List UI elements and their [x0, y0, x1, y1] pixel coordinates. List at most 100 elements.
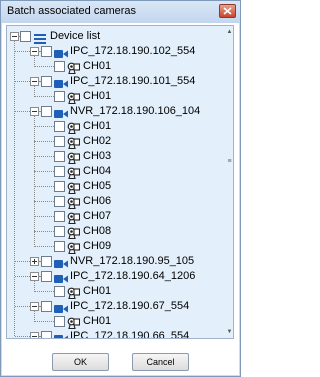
- scroll-down-arrow-icon[interactable]: ▼: [226, 328, 233, 336]
- collapse-toggle-icon[interactable]: [30, 107, 39, 116]
- tree-guide-line: [15, 276, 30, 277]
- select-checkbox[interactable]: [54, 211, 65, 222]
- channel-label: CH02: [83, 135, 112, 147]
- select-checkbox[interactable]: [54, 226, 65, 237]
- dialog-title: Batch associated cameras: [7, 5, 137, 17]
- tree-guide-line: [34, 291, 54, 292]
- channel-label: CH01: [83, 285, 112, 297]
- channel-label: CH01: [83, 315, 112, 327]
- select-checkbox[interactable]: [54, 181, 65, 192]
- tree-guide-line: [39, 51, 41, 52]
- select-checkbox[interactable]: [54, 136, 65, 147]
- channel-label: CH06: [83, 195, 112, 207]
- select-checkbox[interactable]: [54, 151, 65, 162]
- select-checkbox[interactable]: [54, 166, 65, 177]
- tree-guide-line: [15, 336, 30, 337]
- select-checkbox[interactable]: [54, 61, 65, 72]
- tree-guide-line: [34, 201, 54, 202]
- channel-label: CH01: [83, 60, 112, 72]
- device-label: IPC_172.18.190.101_554: [70, 75, 196, 87]
- tree-guide-line: [39, 306, 41, 307]
- select-checkbox[interactable]: [41, 301, 52, 312]
- tree-guide-line: [39, 261, 41, 262]
- device-label: IPC_172.18.190.102_554: [70, 45, 196, 57]
- tree-guide-line: [15, 111, 30, 112]
- dialog-content: Device list IPC_172.18.190.102_554 CH01 IPC…: [2, 23, 239, 375]
- select-checkbox[interactable]: [54, 121, 65, 132]
- select-checkbox[interactable]: [54, 196, 65, 207]
- tree-guide-line: [34, 116, 35, 247]
- expand-toggle-icon[interactable]: [30, 257, 39, 266]
- select-checkbox[interactable]: [41, 106, 52, 117]
- select-checkbox[interactable]: [41, 331, 52, 338]
- select-checkbox[interactable]: [41, 76, 52, 87]
- tree-root-label: Device list: [50, 30, 101, 42]
- tree-guide-line: [34, 96, 54, 97]
- collapse-toggle-icon[interactable]: [30, 332, 39, 338]
- ok-button[interactable]: OK: [52, 353, 109, 371]
- tree-guide-line: [15, 306, 30, 307]
- channel-label: CH07: [83, 210, 112, 222]
- device-label: IPC_172.18.190.66_554: [70, 330, 190, 338]
- cancel-button[interactable]: Cancel: [132, 353, 189, 371]
- tree-guide-line: [34, 156, 54, 157]
- tree-guide-line: [34, 86, 35, 97]
- tree-guide-line: [34, 186, 54, 187]
- tree-guide-line: [15, 261, 30, 262]
- select-checkbox[interactable]: [41, 256, 52, 267]
- tree-guide-line: [34, 56, 35, 67]
- tree-guide-line: [14, 41, 15, 336]
- channel-label: CH01: [83, 90, 112, 102]
- tree-root-device-list[interactable]: Device list: [7, 29, 227, 44]
- device-tree-pane: Device list IPC_172.18.190.102_554 CH01 IPC…: [6, 25, 234, 339]
- device-label: NVR_172.18.190.106_104: [70, 105, 201, 117]
- channel-label: CH01: [83, 120, 112, 132]
- tree-guide-line: [15, 81, 30, 82]
- tree-guide-line: [39, 336, 41, 337]
- tree-guide-line: [34, 216, 54, 217]
- device-tree: Device list IPC_172.18.190.102_554 CH01 IPC…: [7, 26, 227, 338]
- tree-guide-line: [34, 141, 54, 142]
- select-checkbox[interactable]: [54, 241, 65, 252]
- select-checkbox[interactable]: [20, 31, 31, 42]
- channel-label: CH05: [83, 180, 112, 192]
- collapse-toggle-icon[interactable]: [30, 302, 39, 311]
- collapse-toggle-icon[interactable]: [10, 32, 19, 41]
- select-checkbox[interactable]: [54, 316, 65, 327]
- tree-guide-line: [15, 51, 30, 52]
- title-bar[interactable]: Batch associated cameras: [1, 1, 240, 23]
- tree-guide-line: [39, 276, 41, 277]
- vertical-scrollbar[interactable]: ▲ ≡ ▼: [226, 26, 233, 338]
- tree-guide-line: [34, 321, 54, 322]
- collapse-toggle-icon[interactable]: [30, 47, 39, 56]
- select-checkbox[interactable]: [41, 46, 52, 57]
- scroll-grip-icon[interactable]: ≡: [227, 158, 232, 166]
- collapse-toggle-icon[interactable]: [30, 272, 39, 281]
- channel-label: CH09: [83, 240, 112, 252]
- tree-guide-line: [39, 81, 41, 82]
- channel-label: CH03: [83, 150, 112, 162]
- tree-guide-line: [34, 311, 35, 322]
- camera-icon: [54, 331, 68, 338]
- tree-guide-line: [39, 111, 41, 112]
- collapse-toggle-icon[interactable]: [30, 77, 39, 86]
- device-label: NVR_172.18.190.95_105: [70, 255, 195, 267]
- select-checkbox[interactable]: [54, 286, 65, 297]
- tree-guide-line: [34, 171, 54, 172]
- tree-guide-line: [34, 281, 35, 292]
- device-label: IPC_172.18.190.67_554: [70, 300, 190, 312]
- tree-guide-line: [34, 246, 54, 247]
- select-checkbox[interactable]: [54, 91, 65, 102]
- batch-associated-cameras-dialog: Batch associated cameras Device list IPC_…: [0, 0, 241, 377]
- tree-guide-line: [34, 66, 54, 67]
- tree-guide-line: [19, 36, 20, 37]
- tree-guide-line: [34, 231, 54, 232]
- channel-label: CH04: [83, 165, 112, 177]
- close-button[interactable]: [219, 4, 236, 18]
- device-label: IPC_172.18.190.64_1206: [70, 270, 196, 282]
- scroll-up-arrow-icon[interactable]: ▲: [226, 28, 233, 36]
- select-checkbox[interactable]: [41, 271, 52, 282]
- close-icon: [223, 7, 232, 15]
- channel-label: CH08: [83, 225, 112, 237]
- tree-guide-line: [34, 126, 54, 127]
